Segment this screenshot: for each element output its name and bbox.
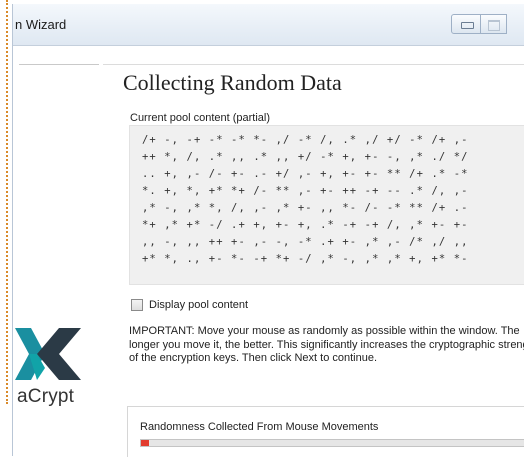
randomness-progress-bar bbox=[140, 439, 524, 447]
display-pool-checkbox[interactable] bbox=[131, 299, 143, 311]
wizard-window: n Wizard aCrypt Collecting Random Data C… bbox=[12, 4, 524, 457]
maximize-icon bbox=[488, 20, 500, 31]
minimize-button[interactable] bbox=[451, 14, 481, 34]
main-content: Collecting Random Data Current pool cont… bbox=[103, 46, 524, 457]
pool-line: ,, -, ,, ++ +- ,- -, -* .+ +- ,* ,- /* ,… bbox=[142, 236, 469, 248]
page-title: Collecting Random Data bbox=[123, 70, 342, 95]
window-title: n Wizard bbox=[15, 17, 67, 32]
pool-content-box: /+ -, -+ -* -* *- ,/ -* /, .* ,/ +/ -* /… bbox=[129, 125, 524, 285]
randomness-label: Randomness Collected From Mouse Movement… bbox=[140, 421, 379, 433]
dotted-border bbox=[6, 0, 8, 404]
logo-text: aCrypt bbox=[17, 386, 75, 407]
pool-line: ++ *, /, .* ,, .* ,, +/ -* +, +- -, ,* .… bbox=[142, 151, 469, 163]
maximize-button[interactable] bbox=[481, 14, 507, 34]
randomness-progress-fill bbox=[141, 440, 150, 446]
title-bar[interactable]: n Wizard bbox=[13, 4, 524, 46]
pool-line: *. +, *, +* *+ /- ** ,- +- ++ -+ -- .* /… bbox=[142, 185, 469, 197]
minimize-icon bbox=[461, 22, 474, 29]
pool-line: *+ ,* +* -/ .+ +, +- +, .* -+ -+ /, ,* +… bbox=[142, 219, 469, 231]
important-notice: IMPORTANT: Move your mouse as randomly a… bbox=[129, 325, 524, 364]
sidebar-divider bbox=[19, 64, 99, 65]
pool-line: .. +, ,- /- +- .- +/ ,- +, +- +- ** /+ .… bbox=[142, 168, 469, 180]
veracrypt-logo-icon bbox=[15, 328, 81, 380]
randomness-group: Randomness Collected From Mouse Movement… bbox=[127, 406, 524, 457]
display-pool-label[interactable]: Display pool content bbox=[149, 299, 248, 311]
pool-line: /+ -, -+ -* -* *- ,/ -* /, .* ,/ +/ -* /… bbox=[142, 134, 469, 146]
left-sidebar: aCrypt bbox=[13, 46, 99, 456]
pool-content-label: Current pool content (partial) bbox=[130, 112, 271, 124]
pool-line: ,* -, ,* *, /, ,- ,* +- ,, *- /- -* ** /… bbox=[142, 202, 469, 214]
pool-line: +* *, ., +- *- -+ *+ -/ ,* -, ,* ,* +, +… bbox=[142, 253, 469, 265]
content-divider bbox=[103, 64, 524, 65]
